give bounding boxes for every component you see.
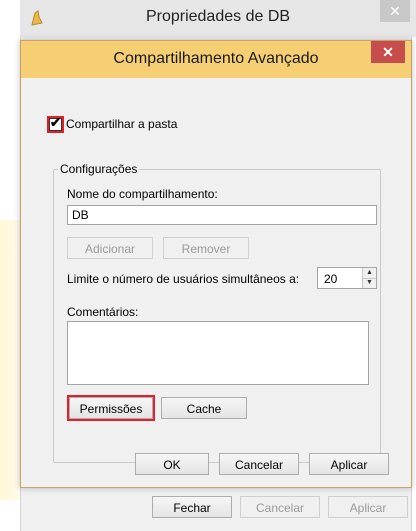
share-folder-label[interactable]: Compartilhar a pasta <box>66 117 177 131</box>
cancel-button[interactable]: Cancelar <box>219 453 299 475</box>
settings-group-label: Configurações <box>58 162 140 176</box>
outer-titlebar: Propriedades de DB ✕ <box>20 0 416 37</box>
spinner-buttons: ▲ ▼ <box>362 268 376 288</box>
user-limit-label: Limite o número de usuários simultâneos … <box>67 272 300 286</box>
outer-cancel-button[interactable]: Cancelar <box>240 496 320 518</box>
remove-button[interactable]: Remover <box>163 237 249 259</box>
dialog-title: Compartilhamento Avançado <box>113 50 319 67</box>
apply-button[interactable]: Aplicar <box>309 453 389 475</box>
ok-button[interactable]: OK <box>135 453 209 475</box>
cache-button[interactable]: Cache <box>161 397 247 419</box>
advanced-sharing-dialog: Compartilhamento Avançado ✕ ✔ Compartilh… <box>20 40 412 488</box>
user-limit-spinner[interactable]: 20 ▲ ▼ <box>317 267 377 289</box>
user-limit-value[interactable]: 20 <box>324 272 337 286</box>
share-name-label: Nome do compartilhamento: <box>67 187 218 201</box>
share-folder-checkbox[interactable]: ✔ <box>47 114 64 133</box>
add-button[interactable]: Adicionar <box>67 237 153 259</box>
outer-close-button[interactable]: Fechar <box>152 496 232 518</box>
spin-down-icon[interactable]: ▼ <box>363 278 376 288</box>
dialog-titlebar: Compartilhamento Avançado ✕ <box>21 41 411 78</box>
permissions-button[interactable]: Permissões <box>67 395 155 421</box>
comments-input[interactable] <box>67 321 369 385</box>
checkmark-icon: ✔ <box>50 114 61 130</box>
outer-window-title: Propriedades de DB <box>145 8 291 25</box>
dialog-close-icon[interactable]: ✕ <box>371 41 405 63</box>
outer-close-icon[interactable]: ✕ <box>380 0 410 22</box>
share-name-input[interactable]: DB <box>67 205 377 225</box>
comments-label: Comentários: <box>67 305 139 319</box>
outer-apply-button[interactable]: Aplicar <box>328 496 408 518</box>
share-folder-option[interactable]: ✔ Compartilhar a pasta <box>47 114 177 133</box>
